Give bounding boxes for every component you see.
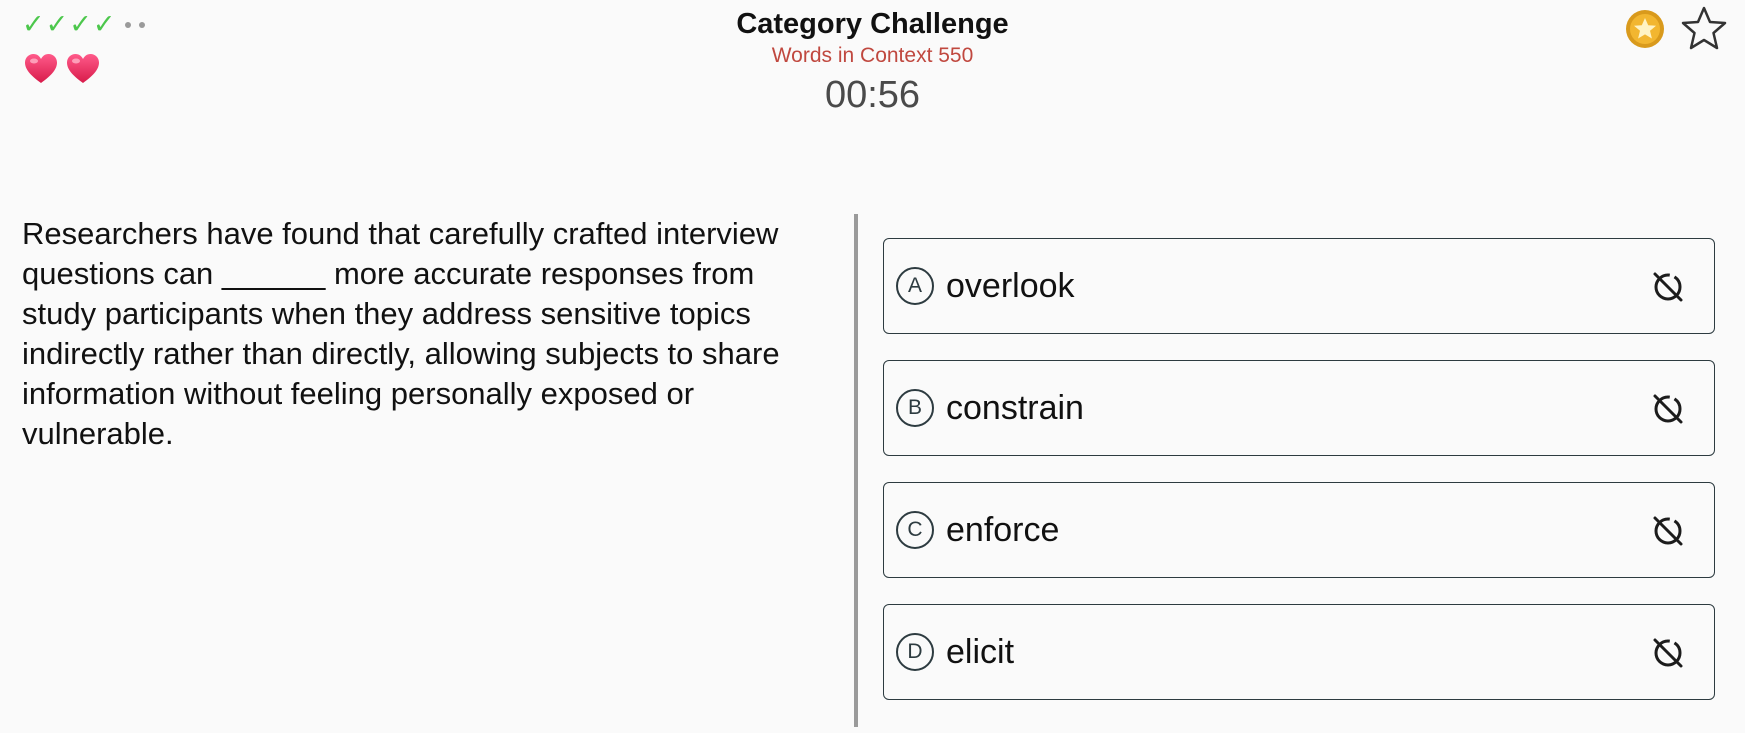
eliminate-icon[interactable] [1648,511,1688,551]
question-text: Researchers have found that carefully cr… [22,216,780,451]
eliminate-icon[interactable] [1648,633,1688,673]
header: Category Challenge Words in Context 550 … [0,6,1745,117]
option-letter: A [896,267,934,305]
option-text: overlook [946,266,1075,305]
option-letter: C [896,511,934,549]
page-title: Category Challenge [736,8,1009,40]
option-letter: B [896,389,934,427]
divider [854,214,858,727]
category-subtitle: Words in Context 550 [771,44,974,67]
option-a[interactable]: A overlook [883,238,1715,334]
option-d[interactable]: D elicit [883,604,1715,700]
option-c[interactable]: C enforce [883,482,1715,578]
option-b[interactable]: B constrain [883,360,1715,456]
option-text: constrain [946,388,1084,427]
coin-icon [1626,10,1664,48]
star-icon[interactable] [1679,4,1729,54]
option-text: enforce [946,510,1060,549]
countdown-timer: 00:56 [824,74,921,116]
top-right-actions [1625,4,1729,54]
option-letter: D [896,633,934,671]
option-text: elicit [946,632,1015,671]
eliminate-icon[interactable] [1648,267,1688,307]
answer-options: A overlook B constrain C enforce D elici… [883,238,1715,726]
eliminate-icon[interactable] [1648,389,1688,429]
